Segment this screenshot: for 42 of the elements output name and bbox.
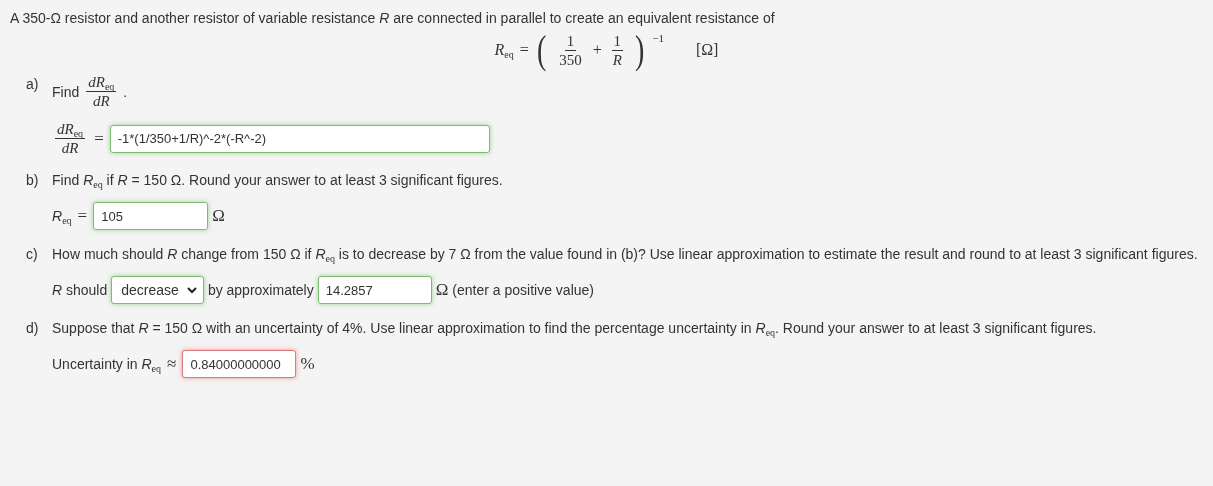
part-label: c): [26, 245, 39, 264]
relation-sign: =: [77, 206, 88, 226]
hint-text: (enter a positive value): [452, 282, 594, 298]
unit-label: %: [300, 354, 315, 374]
answer-field[interactable]: -1*(1/350+1/R)^-2*(-R^-2): [109, 124, 490, 153]
plus-sign: +: [592, 41, 602, 59]
equals-sign: =: [519, 41, 529, 59]
part-label: b): [26, 171, 40, 190]
answer-field[interactable]: 14.2857: [317, 276, 432, 304]
part-label: d): [26, 319, 40, 338]
chevron-down-icon: [186, 286, 197, 294]
period: .: [123, 82, 128, 102]
unit-label: Ω: [212, 206, 225, 226]
answer-label: R should: [52, 282, 108, 298]
numerator: dR$_{eq}$: [55, 121, 86, 139]
denominator: R: [611, 50, 623, 68]
dropdown[interactable]: decrease: [111, 276, 204, 304]
question-text: Find R$_{eq}$ if R = 150 Ω. Round your answer to at least 3 significant figures.: [52, 171, 504, 190]
denominator: dR: [91, 92, 111, 109]
equals-sign: =: [94, 128, 104, 149]
part-label: a): [26, 75, 40, 94]
question-text: How much should R change from 150 Ω if R$_{eq}$ is to decrease by 7 Ω from the value found in (b)? Use linear approximation to estimate the result and round to at least 3 significant figures.: [52, 245, 1199, 264]
exponent: −1: [652, 32, 664, 44]
intro-text: A 350-Ω resistor and another resistor of variable resistance R are connected in parallel to create an equivalent resistance of: [10, 9, 776, 28]
answer-label: R$_{eq}$: [52, 208, 72, 224]
open-paren: (: [536, 30, 547, 70]
unit-label: Ω: [435, 280, 449, 300]
denominator: dR: [60, 139, 80, 156]
numerator: 1: [564, 32, 577, 51]
answer-label: Uncertainty in R$_{eq}$: [52, 356, 162, 372]
unit-label: [Ω]: [695, 41, 719, 59]
numerator: dR$_{eq}$: [86, 74, 117, 92]
relation-sign: ≈: [167, 354, 177, 374]
question-text: Suppose that R = 150 Ω with an uncertainty of 4%. Use linear approximation to find the percentage uncertainty in R$_{eq}$. Round your answer to at least 3 significant figures.: [52, 319, 1098, 338]
denominator: 350: [558, 50, 583, 68]
close-paren: ): [634, 30, 645, 70]
answer-field[interactable]: 0.84000000000: [182, 350, 297, 378]
answer-label: by approximately: [207, 282, 314, 298]
answer-field[interactable]: 105: [93, 202, 209, 230]
formula-lhs: R$_{eq}$: [494, 41, 514, 59]
prompt-text: Find: [52, 82, 80, 102]
numerator: 1: [611, 32, 623, 51]
